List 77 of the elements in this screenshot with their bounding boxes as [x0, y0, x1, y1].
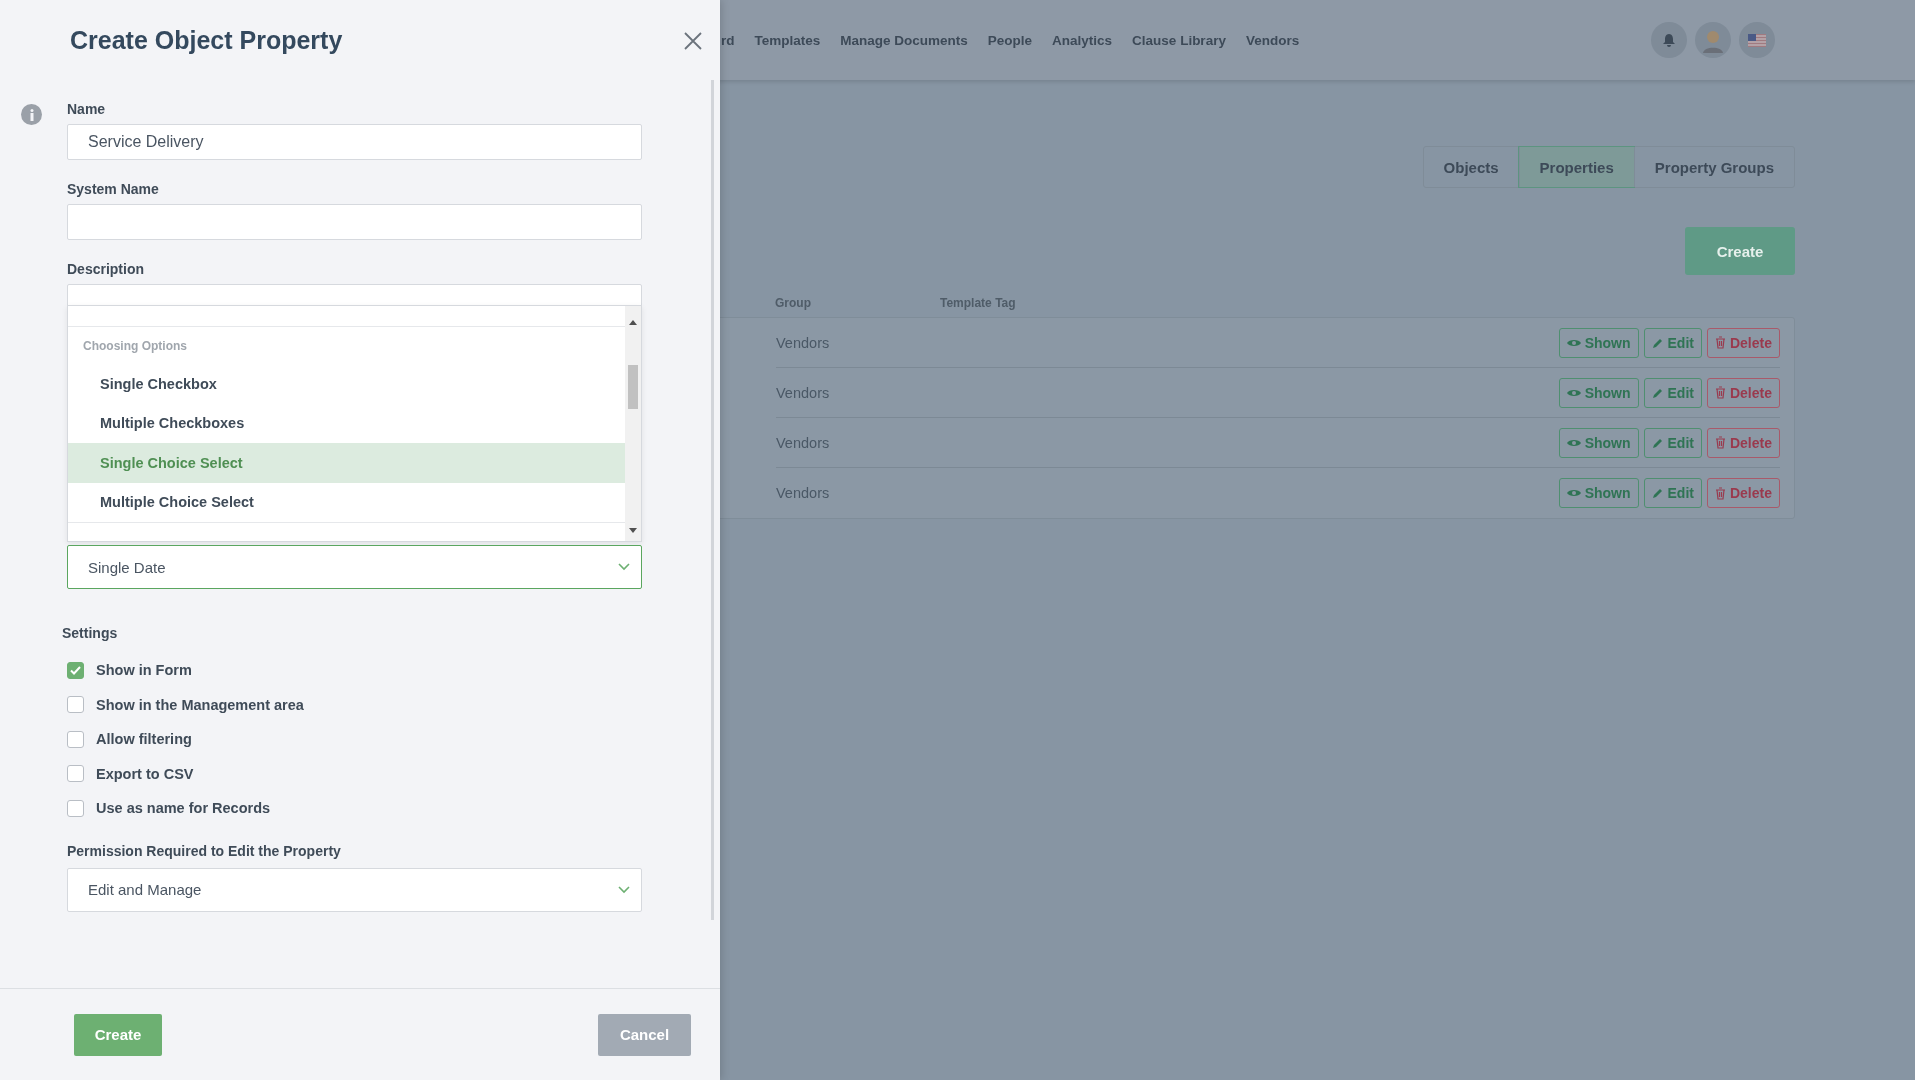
nav-link[interactable]: Clause Library: [1132, 32, 1226, 48]
field-label: Name: [67, 101, 107, 117]
eye-icon: [1566, 387, 1581, 398]
pencil-icon: [1651, 336, 1664, 349]
chevron-down-icon: [617, 884, 631, 895]
checkbox-label: Show in the Management area: [96, 696, 304, 713]
type-select[interactable]: Single Date: [67, 545, 642, 589]
checkbox-label: Export to CSV: [96, 765, 194, 782]
delete-button[interactable]: Delete: [1706, 377, 1780, 408]
nav-link[interactable]: Analytics: [1052, 32, 1113, 48]
edit-button[interactable]: Edit: [1643, 327, 1702, 358]
table-cell-text: Vendors: [776, 384, 831, 401]
nav-link[interactable]: Vendors: [1245, 32, 1300, 48]
permission-select[interactable]: Edit and Manage: [67, 867, 642, 912]
column-header: Group: [775, 296, 812, 310]
tab[interactable]: Property Groups: [1633, 147, 1794, 187]
nav-link[interactable]: Manage Documents: [840, 32, 968, 48]
column-header: Template Tag: [940, 296, 1017, 310]
delete-button[interactable]: Delete: [1706, 427, 1780, 458]
shown-button[interactable]: Shown: [1558, 427, 1639, 458]
pencil-icon: [1651, 386, 1664, 399]
edit-button[interactable]: Edit: [1643, 478, 1702, 508]
checkbox-label: Show in Form: [96, 662, 192, 679]
bell-icon[interactable]: [1651, 22, 1687, 58]
eye-icon: [1566, 488, 1581, 498]
checkbox[interactable]: [67, 696, 84, 714]
trash-icon: [1714, 386, 1726, 399]
name-input[interactable]: Service Delivery: [67, 124, 642, 160]
info-icon[interactable]: [21, 104, 42, 125]
scroll-down-icon[interactable]: [629, 528, 637, 533]
avatar-icon[interactable]: [1695, 22, 1731, 58]
scrollbar[interactable]: [711, 80, 714, 920]
table-cell-text: Vendors: [776, 485, 831, 501]
table-cell-text: Vendors: [776, 334, 831, 351]
field-label: Description: [67, 261, 145, 277]
edit-button[interactable]: Edit: [1643, 377, 1702, 408]
trash-icon: [1714, 486, 1726, 500]
checkbox-label: Use as name for Records: [96, 800, 271, 817]
checkbox[interactable]: [67, 799, 84, 817]
close-button[interactable]: [682, 29, 704, 52]
nav-link[interactable]: Templates: [754, 32, 821, 48]
checkbox[interactable]: [67, 730, 84, 748]
shown-button[interactable]: Shown: [1558, 327, 1639, 358]
pencil-icon: [1651, 436, 1664, 449]
delete-button[interactable]: Delete: [1706, 478, 1780, 508]
panel-title: Create Object Property: [70, 26, 343, 55]
field-label: System Name: [67, 181, 160, 197]
create-button[interactable]: Create: [74, 1013, 162, 1056]
edit-button[interactable]: Edit: [1643, 427, 1702, 458]
nav-link[interactable]: People: [987, 32, 1033, 48]
eye-icon: [1566, 337, 1581, 348]
table-cell-text: Vendors: [776, 434, 831, 451]
checkbox-label: Allow filtering: [96, 731, 192, 748]
checkbox[interactable]: [67, 661, 84, 679]
tab[interactable]: Objects: [1423, 147, 1519, 187]
pencil-icon: [1651, 487, 1664, 499]
delete-button[interactable]: Delete: [1706, 327, 1780, 358]
trash-icon: [1714, 336, 1726, 349]
trash-icon: [1714, 436, 1726, 449]
nav-link[interactable]: rd: [721, 32, 735, 48]
system-name-input[interactable]: [67, 204, 642, 240]
flag-icon[interactable]: [1739, 22, 1775, 58]
option-group-label: Choosing Options: [82, 337, 188, 355]
dropdown-option[interactable]: Single Choice Select: [68, 443, 625, 483]
section-label: Settings: [62, 625, 119, 641]
tab[interactable]: Properties: [1518, 147, 1634, 187]
shown-button[interactable]: Shown: [1558, 377, 1639, 408]
shown-button[interactable]: Shown: [1558, 478, 1639, 508]
scrollbar[interactable]: [625, 306, 641, 541]
field-label: Permission Required to Edit the Property: [67, 842, 342, 859]
checkmark-icon: [70, 665, 81, 675]
chevron-down-icon: [617, 562, 631, 572]
cancel-button[interactable]: Cancel: [598, 1013, 691, 1056]
scrollbar-thumb[interactable]: [628, 365, 638, 409]
checkbox[interactable]: [67, 765, 84, 783]
eye-icon: [1566, 437, 1581, 448]
create-button[interactable]: Create: [1685, 227, 1795, 275]
